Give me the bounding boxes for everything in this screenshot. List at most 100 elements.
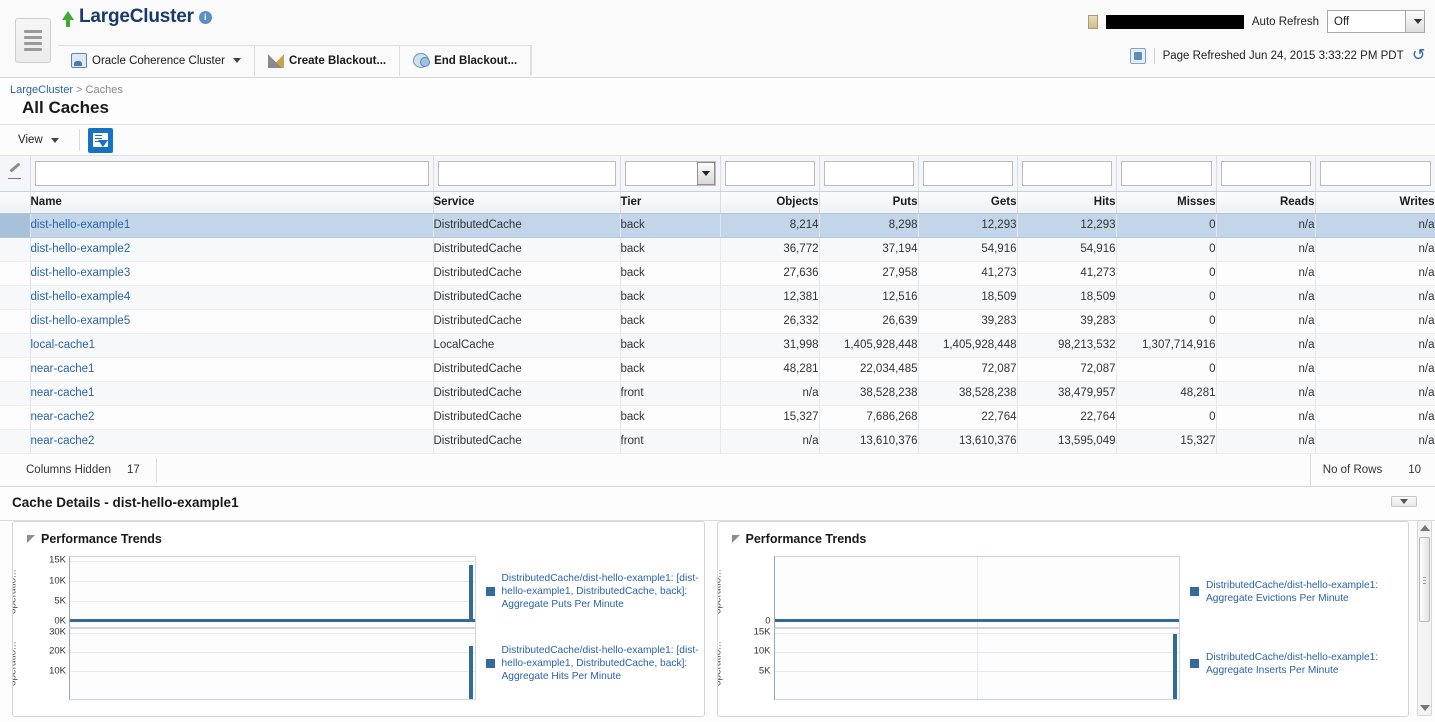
filter-input-writes[interactable] xyxy=(1320,161,1431,186)
chart-hits-per-minute: operatio... 30K 20K 10K DistributedCache… xyxy=(13,628,704,700)
column-header-misses[interactable]: Misses xyxy=(1116,191,1216,213)
legend-label: DistributedCache/dist-hello-example1: [d… xyxy=(502,572,704,611)
legend-label: DistributedCache/dist-hello-example1: Ag… xyxy=(1206,651,1408,677)
table-row[interactable]: local-cache1LocalCacheback31,9981,405,92… xyxy=(0,333,1435,357)
row-selector[interactable] xyxy=(0,213,30,237)
details-vertical-scrollbar[interactable] xyxy=(1417,520,1432,716)
cache-name-link[interactable]: dist-hello-example1 xyxy=(31,219,131,231)
scroll-up-arrow-icon[interactable] xyxy=(1420,525,1430,531)
divider xyxy=(1154,48,1155,64)
table-row[interactable]: near-cache2DistributedCachefrontn/a13,61… xyxy=(0,429,1435,453)
create-blackout-button[interactable]: Create Blackout... xyxy=(255,46,400,76)
cell-name: local-cache1 xyxy=(30,333,433,357)
filter-input-gets[interactable] xyxy=(923,161,1013,186)
y-tick: 20K xyxy=(49,646,66,657)
table-row[interactable]: dist-hello-example1DistributedCacheback8… xyxy=(0,213,1435,237)
table-row[interactable]: dist-hello-example3DistributedCacheback2… xyxy=(0,261,1435,285)
row-selector[interactable] xyxy=(0,237,30,261)
table-row[interactable]: near-cache1DistributedCachefrontn/a38,52… xyxy=(0,381,1435,405)
scrollbar-thumb[interactable] xyxy=(1419,537,1430,622)
row-selector[interactable] xyxy=(0,309,30,333)
end-blackout-button[interactable]: End Blackout... xyxy=(400,46,531,76)
cell-objects: 27,636 xyxy=(720,261,819,285)
cache-name-link[interactable]: near-cache2 xyxy=(31,411,95,423)
column-header-tier[interactable]: Tier xyxy=(620,191,720,213)
cell-tier: back xyxy=(620,309,720,333)
chevron-down-icon xyxy=(233,58,241,63)
cluster-title: LargeCluster i xyxy=(62,6,212,28)
column-header-gets[interactable]: Gets xyxy=(918,191,1017,213)
cache-name-link[interactable]: dist-hello-example4 xyxy=(31,291,131,303)
table-row[interactable]: near-cache2DistributedCacheback15,3277,6… xyxy=(0,405,1435,429)
hamburger-icon[interactable] xyxy=(15,18,51,63)
filter-input-service[interactable] xyxy=(438,161,616,186)
legend-swatch xyxy=(1190,587,1199,596)
caches-table: Name Service Tier Objects Puts Gets Hits… xyxy=(0,156,1435,454)
table-row[interactable]: dist-hello-example4DistributedCacheback1… xyxy=(0,285,1435,309)
filter-input-misses[interactable] xyxy=(1121,161,1212,186)
cache-name-link[interactable]: dist-hello-example5 xyxy=(31,315,131,327)
cache-name-link[interactable]: dist-hello-example3 xyxy=(31,267,131,279)
row-selector[interactable] xyxy=(0,405,30,429)
filter-select-tier[interactable] xyxy=(625,161,716,186)
cache-name-link[interactable]: local-cache1 xyxy=(31,339,96,351)
query-by-example-button[interactable] xyxy=(88,128,113,153)
filter-input-reads[interactable] xyxy=(1221,161,1311,186)
cell-name: dist-hello-example5 xyxy=(30,309,433,333)
legend-swatch xyxy=(486,587,495,596)
filter-input-objects[interactable] xyxy=(725,161,815,186)
cell-writes: n/a xyxy=(1315,429,1435,453)
cache-name-link[interactable]: near-cache1 xyxy=(31,363,95,375)
cell-reads: n/a xyxy=(1216,429,1315,453)
cell-gets: 54,916 xyxy=(918,237,1017,261)
y-tick: 15K xyxy=(754,626,771,637)
target-navigator-icon[interactable] xyxy=(1130,48,1146,64)
auto-refresh-select[interactable]: Off xyxy=(1327,10,1425,33)
scroll-down-arrow-icon[interactable] xyxy=(1420,705,1430,711)
row-selector[interactable] xyxy=(0,429,30,453)
column-header-writes[interactable]: Writes xyxy=(1315,191,1435,213)
table-row[interactable]: near-cache1DistributedCacheback48,28122,… xyxy=(0,357,1435,381)
target-icon xyxy=(1088,15,1098,29)
refresh-icon[interactable]: ↻ xyxy=(1412,48,1425,64)
filter-input-name[interactable] xyxy=(35,161,429,186)
chevron-down-icon[interactable] xyxy=(1405,11,1424,32)
row-selector[interactable] xyxy=(0,333,30,357)
cell-hits: 38,479,957 xyxy=(1017,381,1116,405)
row-selector[interactable] xyxy=(0,261,30,285)
breadcrumb-root-link[interactable]: LargeCluster xyxy=(10,84,73,96)
cell-objects: n/a xyxy=(720,381,819,405)
table-row[interactable]: dist-hello-example2DistributedCacheback3… xyxy=(0,237,1435,261)
column-header-service[interactable]: Service xyxy=(433,191,620,213)
filter-input-hits[interactable] xyxy=(1022,161,1112,186)
edit-mode-icon-cell[interactable] xyxy=(0,156,30,191)
row-selector[interactable] xyxy=(0,381,30,405)
cache-name-link[interactable]: near-cache1 xyxy=(31,387,95,399)
cell-writes: n/a xyxy=(1315,213,1435,237)
column-header-puts[interactable]: Puts xyxy=(819,191,918,213)
cache-name-link[interactable]: dist-hello-example2 xyxy=(31,243,131,255)
disclosure-triangle-icon[interactable] xyxy=(27,535,35,543)
column-header-name[interactable]: Name xyxy=(30,191,433,213)
disclosure-triangle-icon[interactable] xyxy=(732,535,740,543)
column-header-objects[interactable]: Objects xyxy=(720,191,819,213)
info-icon[interactable]: i xyxy=(199,11,212,24)
splitter-collapse-button[interactable] xyxy=(1391,496,1417,507)
filter-input-puts[interactable] xyxy=(824,161,914,186)
cache-name-link[interactable]: near-cache2 xyxy=(31,435,95,447)
oracle-coherence-cluster-menu[interactable]: Oracle Coherence Cluster xyxy=(58,46,255,76)
view-menu-label: View xyxy=(18,134,43,146)
pencil-icon[interactable] xyxy=(8,165,22,179)
cell-name: dist-hello-example2 xyxy=(30,237,433,261)
panel-header-right[interactable]: Performance Trends xyxy=(718,522,1409,550)
row-selector[interactable] xyxy=(0,285,30,309)
row-selector[interactable] xyxy=(0,357,30,381)
column-header-reads[interactable]: Reads xyxy=(1216,191,1315,213)
chart-y-axis-label: operatio... xyxy=(13,556,35,628)
chart-y-ticks: 30K 20K 10K xyxy=(35,628,69,700)
panel-header-left[interactable]: Performance Trends xyxy=(13,522,704,550)
table-row[interactable]: dist-hello-example5DistributedCacheback2… xyxy=(0,309,1435,333)
view-menu-button[interactable]: View xyxy=(18,134,71,146)
chevron-down-icon[interactable] xyxy=(697,162,715,185)
column-header-hits[interactable]: Hits xyxy=(1017,191,1116,213)
